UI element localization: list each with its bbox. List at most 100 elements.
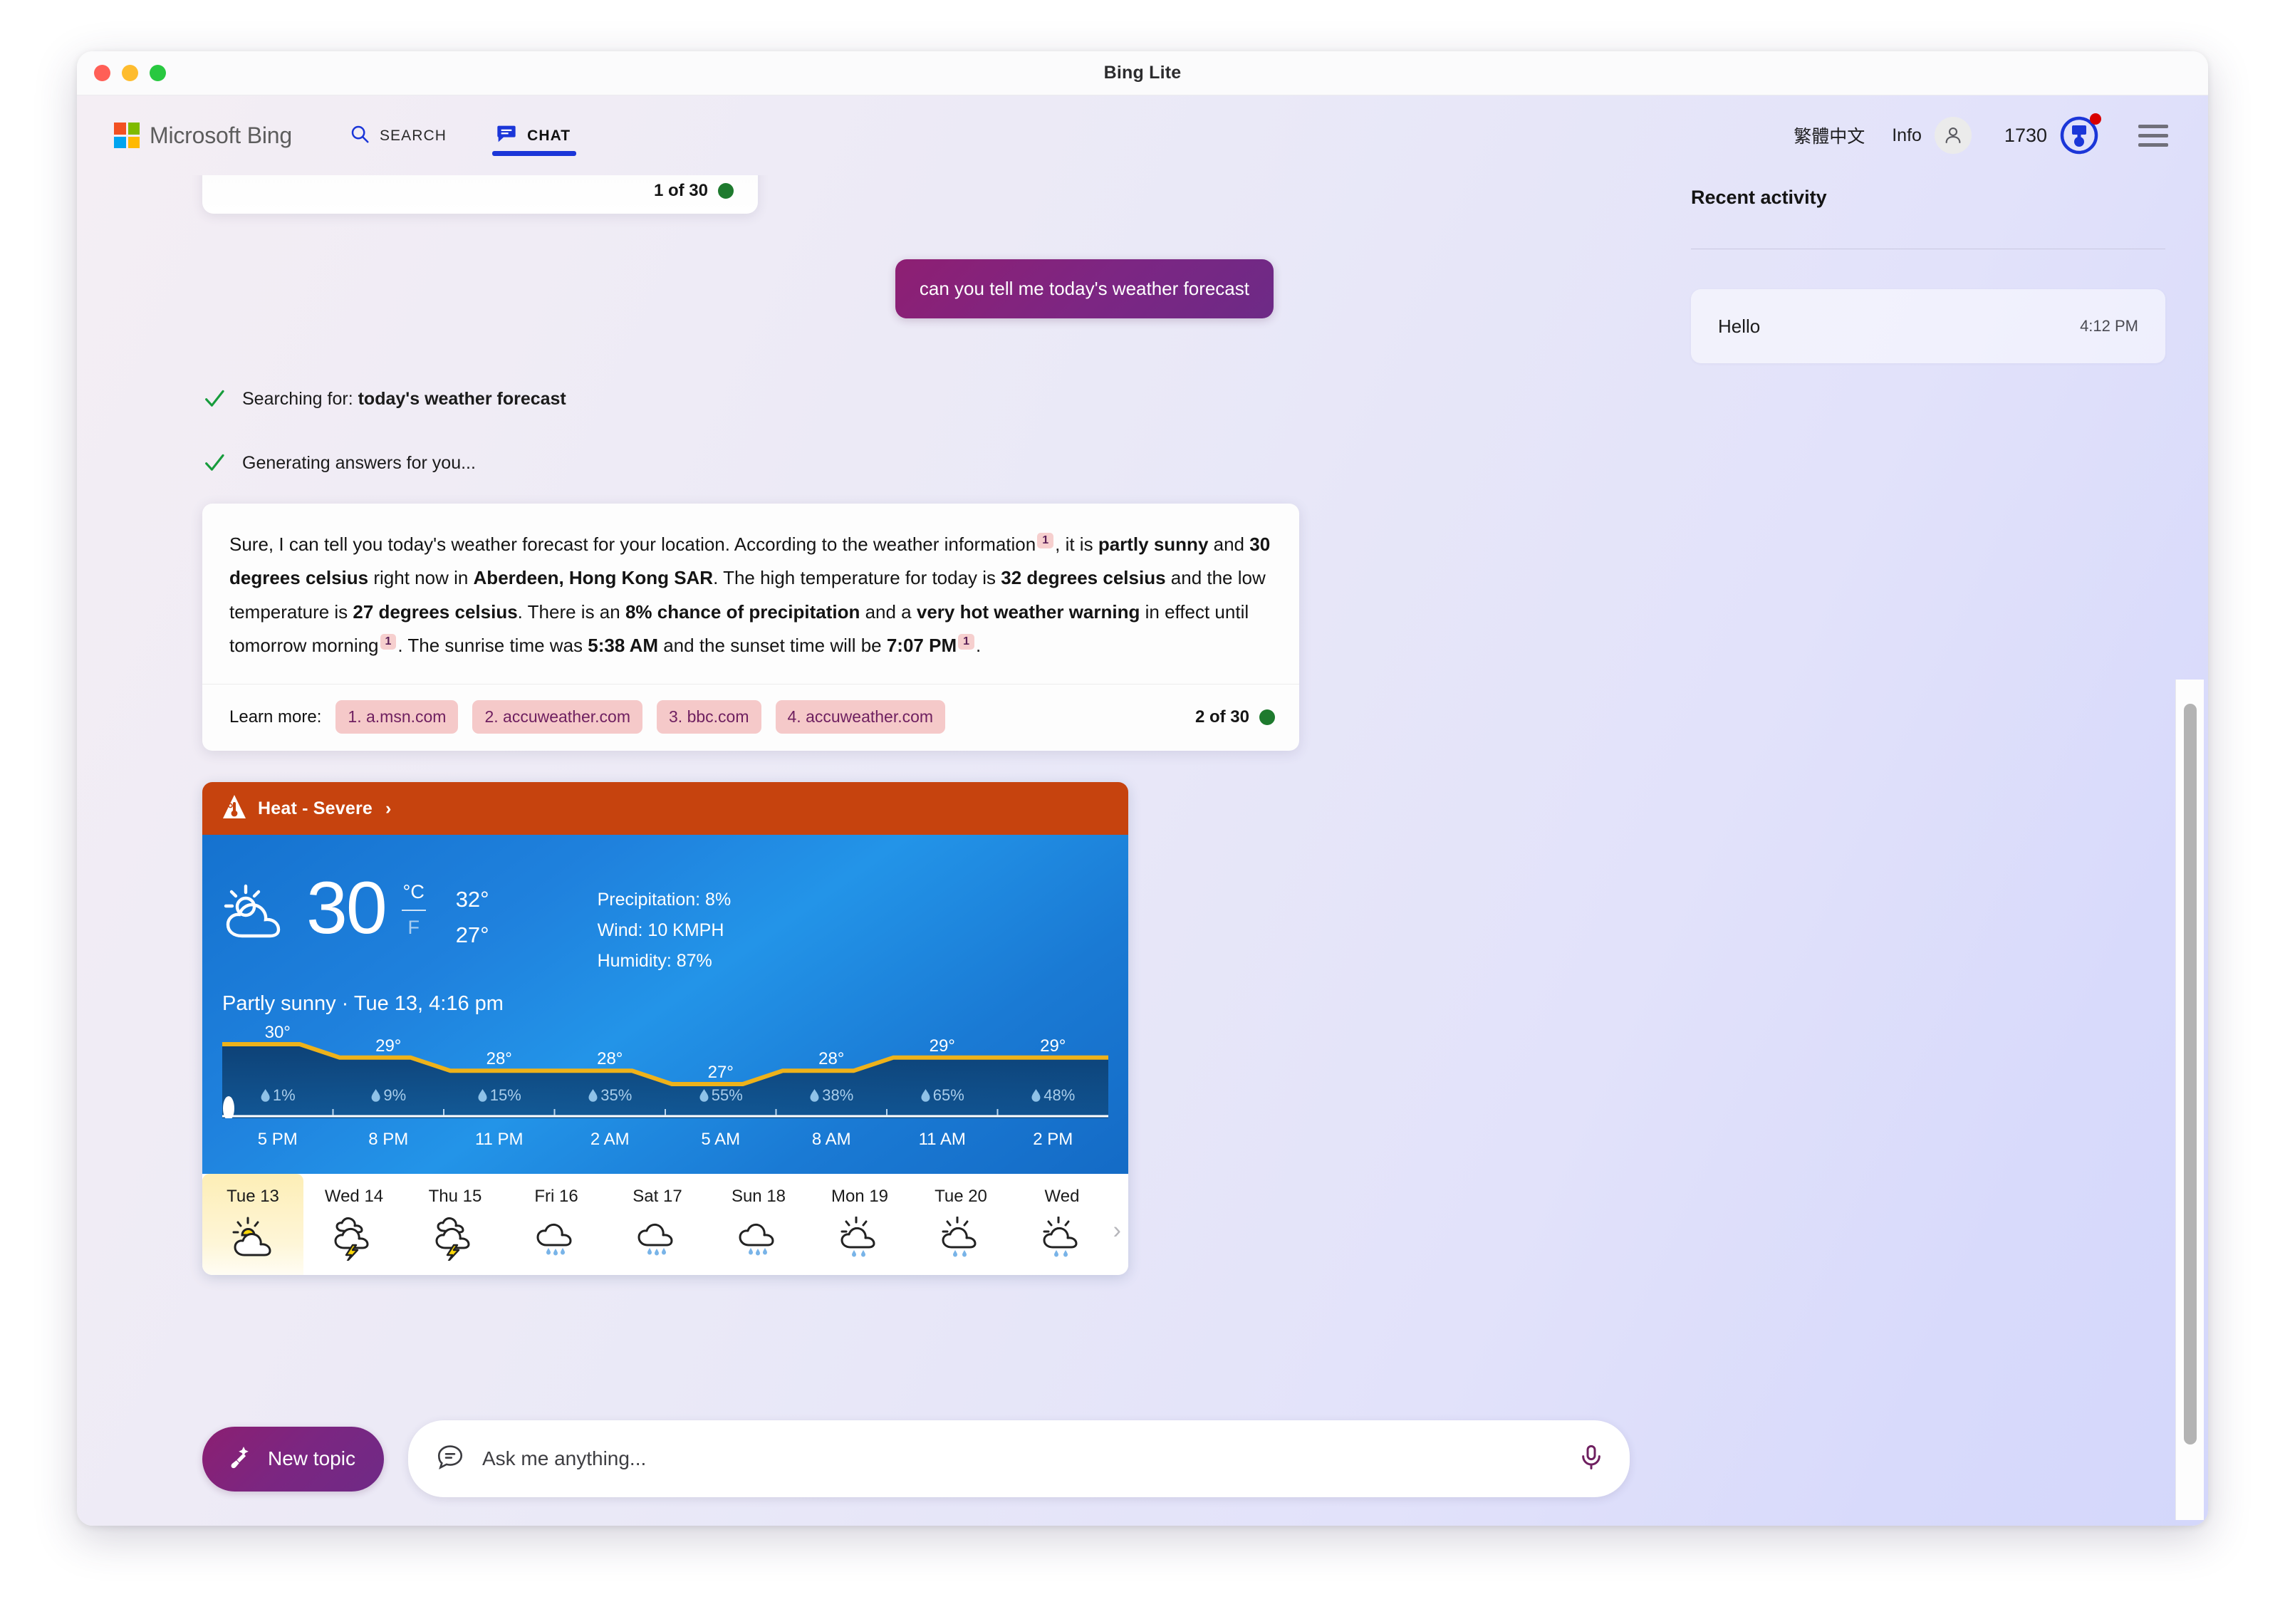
raindrop-icon — [1031, 1089, 1041, 1103]
header-right: 繁體中文 Info 1730 — [1794, 113, 2208, 156]
thermometer-alert-icon — [222, 794, 246, 823]
daily-forecast-cell[interactable]: Fri 16 — [506, 1174, 607, 1275]
weather-high-low: 32° 27° — [456, 882, 489, 953]
ask-input-box[interactable]: Ask me anything... — [407, 1420, 1630, 1497]
activity-item[interactable]: Hello 4:12 PM — [1691, 289, 2165, 363]
hour-label: 2 AM — [590, 1130, 630, 1150]
weather-stats: Precipitation: 8% Wind: 10 KMPH Humidity… — [598, 885, 732, 977]
weather-high: 32° — [455, 887, 489, 912]
new-topic-button[interactable]: New topic — [202, 1426, 384, 1492]
hour-label: 8 AM — [811, 1130, 851, 1150]
main-area: 1 of 30 can you tell me today's weather … — [77, 175, 2208, 1526]
daily-forecast-cell[interactable]: Wed 14 — [303, 1174, 405, 1275]
minimize-button[interactable] — [122, 65, 138, 81]
vertical-scrollbar[interactable] — [2175, 680, 2204, 1520]
weather-alert-bar[interactable]: Heat - Severe › — [202, 782, 1128, 836]
status-searching-text: Searching for: today's weather forecast — [242, 388, 566, 409]
citation-badge[interactable]: 1 — [380, 634, 397, 650]
partly-sunny-icon — [222, 882, 293, 947]
app-window: Bing Lite Microsoft Bing SEARCH CHAT 繁體中… — [77, 51, 2208, 1526]
daily-forecast-day-label: Sun 18 — [731, 1187, 786, 1207]
answer-text: Sure, I can tell you today's weather for… — [229, 533, 1271, 656]
citation-badge[interactable]: 1 — [958, 634, 975, 650]
sidebar-title: Recent activity — [1691, 187, 1827, 208]
daily-forecast-day-label: Mon 19 — [831, 1187, 889, 1207]
composer-bar: New topic Ask me anything... — [202, 1397, 1630, 1526]
tab-chat-label: CHAT — [527, 127, 571, 144]
status-bullet-icon — [1259, 709, 1275, 725]
rain-icon — [634, 1217, 681, 1261]
raindrop-icon — [810, 1089, 819, 1103]
source-chip[interactable]: 3. bbc.com — [657, 700, 761, 734]
chart-precip-label: 15% — [477, 1086, 521, 1105]
chart-precip-label: 55% — [699, 1086, 743, 1105]
temperature-unit-toggle[interactable]: °C F — [401, 880, 426, 940]
weather-current-temp: 30 — [306, 867, 387, 950]
assistant-answer-card: Sure, I can tell you today's weather for… — [202, 504, 1299, 751]
broom-sparkle-icon — [227, 1444, 254, 1474]
chart-temp-label: 29° — [929, 1036, 955, 1056]
user-avatar-icon[interactable] — [1934, 117, 1972, 154]
daily-forecast-cell[interactable]: Wed — [1011, 1174, 1113, 1275]
daily-forecast-day-label: Wed 14 — [324, 1187, 384, 1207]
source-chip[interactable]: 2. accuweather.com — [472, 700, 643, 734]
daily-forecast-cell[interactable]: Mon 19 — [809, 1174, 910, 1275]
tab-search[interactable]: SEARCH — [339, 109, 457, 162]
hourly-temperature-chart: 30° 1% 29° 9% 28° 15% 28° 35% 27° 55% 28° 38% 29° 65%… — [222, 1023, 1108, 1119]
daily-forecast-day-label: Tue 20 — [935, 1187, 987, 1207]
status-bullet-icon — [718, 183, 734, 199]
rewards-points: 1730 — [2004, 124, 2047, 146]
tab-chat[interactable]: CHAT — [485, 109, 581, 162]
chart-temp-label: 29° — [1040, 1036, 1066, 1056]
unit-divider — [401, 910, 426, 911]
source-chip[interactable]: 1. a.msn.com — [335, 700, 459, 734]
language-switch[interactable]: 繁體中文 — [1794, 123, 1865, 148]
microsoft-bing-logo[interactable]: Microsoft Bing — [114, 123, 292, 149]
weather-card: Heat - Severe › 30 °C F 32° 27° Precipit… — [202, 782, 1128, 1276]
daily-forecast-cell[interactable]: Sun 18 — [708, 1174, 809, 1275]
activity-item-label: Hello — [1718, 315, 1761, 337]
daily-forecast-strip: Tue 13 Wed 14 Thu 15 Fri 16 Sat 17 Sun 18 Mon … — [202, 1174, 1128, 1276]
daily-forecast-day-label: Sat 17 — [633, 1187, 682, 1207]
window-title: Bing Lite — [1103, 63, 1182, 83]
hour-label: 5 PM — [257, 1130, 298, 1150]
message-counter-top: 1 of 30 — [654, 181, 734, 201]
citation-badge[interactable]: 1 — [1037, 533, 1054, 548]
daily-forecast-cell[interactable]: Thu 15 — [405, 1174, 506, 1275]
answer-emphasis: 27 degrees celsius — [353, 600, 518, 623]
message-counter-top-text: 1 of 30 — [653, 181, 708, 200]
daily-next-chevron-icon[interactable]: › — [1113, 1217, 1121, 1244]
raindrop-icon — [478, 1089, 487, 1103]
microphone-icon[interactable] — [1577, 1443, 1605, 1475]
recent-activity-sidebar: Recent activity Hello 4:12 PM — [1672, 175, 2208, 1526]
info-link[interactable]: Info — [1892, 125, 1922, 146]
answer-emphasis: 5:38 AM — [588, 634, 658, 656]
daily-forecast-cell[interactable]: Sat 17 — [607, 1174, 708, 1275]
chart-precip-label: 35% — [588, 1086, 632, 1105]
rewards-medal-icon[interactable] — [2058, 113, 2101, 156]
unit-celsius: °C — [402, 881, 425, 903]
chat-bubble-icon — [435, 1442, 465, 1476]
close-button[interactable] — [94, 65, 110, 81]
hourly-chart-svg — [222, 1034, 1108, 1119]
new-topic-label: New topic — [268, 1447, 355, 1469]
chat-scroll-region[interactable]: 1 of 30 can you tell me today's weather … — [77, 175, 1672, 1397]
raindrop-icon — [699, 1089, 709, 1103]
hour-label: 5 AM — [701, 1130, 741, 1150]
scrollbar-thumb[interactable] — [2183, 704, 2197, 1445]
chart-temp-label: 28° — [818, 1049, 845, 1069]
source-chip[interactable]: 4. accuweather.com — [775, 700, 946, 734]
daily-forecast-cell[interactable]: Tue 13 — [202, 1174, 303, 1276]
thunderstorm-icon — [432, 1217, 479, 1262]
user-message-bubble: can you tell me today's weather forecast — [895, 259, 1274, 318]
chart-precip-label: 48% — [1031, 1086, 1075, 1105]
weather-current-panel: 30 °C F 32° 27° Precipitation: 8% Wind: … — [202, 835, 1128, 1175]
weather-humidity: Humidity: 87% — [597, 951, 712, 972]
partly-sunny-icon — [229, 1217, 276, 1261]
maximize-button[interactable] — [150, 65, 166, 81]
message-counter-answer-text: 2 of 30 — [1194, 707, 1249, 727]
daily-forecast-cell[interactable]: Tue 20 — [910, 1174, 1011, 1275]
answer-emphasis: Aberdeen, Hong Kong SAR — [473, 567, 714, 589]
hamburger-menu-icon[interactable] — [2138, 124, 2168, 147]
thunderstorm-icon — [330, 1217, 378, 1262]
